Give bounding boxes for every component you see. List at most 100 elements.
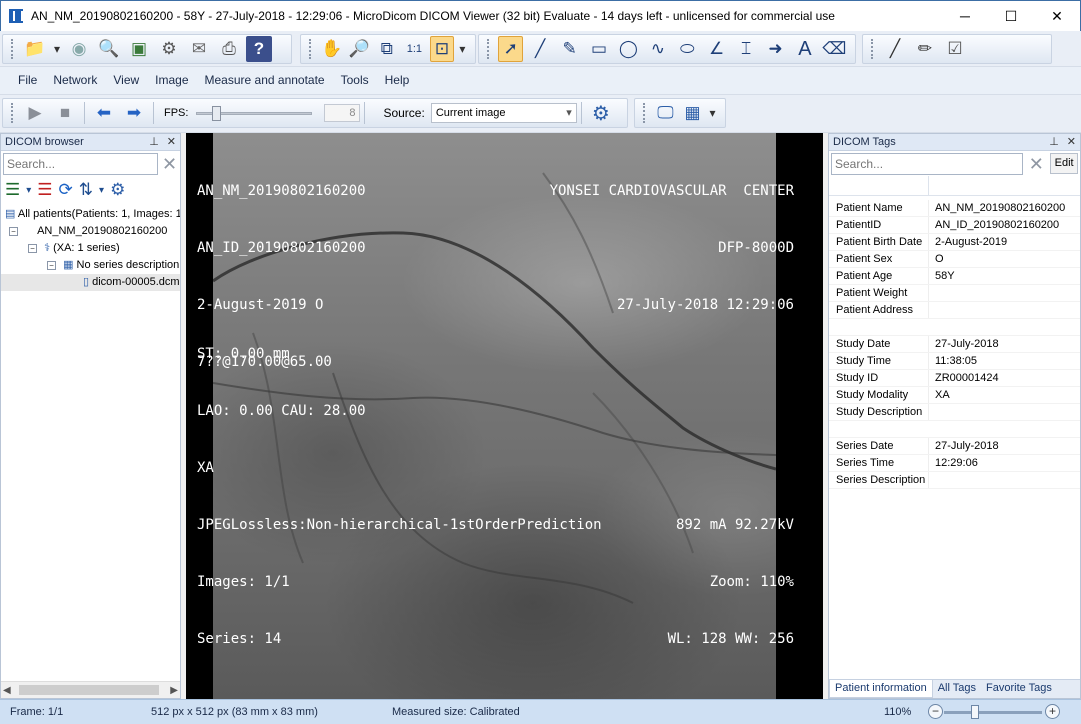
- windows-icon[interactable]: ⧉: [375, 36, 399, 62]
- tag-row[interactable]: Study Date 27-July-2018: [829, 336, 1080, 353]
- tag-row[interactable]: Study ID ZR00001424: [829, 370, 1080, 387]
- tag-row[interactable]: PatientID AN_ID_20190802160200: [829, 217, 1080, 234]
- browser-search-input[interactable]: [3, 152, 158, 175]
- layout-grid-icon[interactable]: ▦: [681, 100, 704, 126]
- closed-curve-icon[interactable]: ⬭: [675, 36, 700, 62]
- toolbar-grip[interactable]: [643, 103, 646, 123]
- image-export-icon[interactable]: ▣: [126, 36, 152, 62]
- tag-row[interactable]: Series Time 12:29:06: [829, 455, 1080, 472]
- freehand-icon[interactable]: ∿: [645, 36, 670, 62]
- tag-row[interactable]: Study Modality XA: [829, 387, 1080, 404]
- pin-icon[interactable]: ⊥: [149, 135, 159, 148]
- zoom-in-button[interactable]: +: [1045, 704, 1060, 719]
- zoom-out-button[interactable]: −: [928, 704, 943, 719]
- scroll-right-icon[interactable]: ▶: [170, 685, 178, 696]
- add-list-icon[interactable]: ☰: [5, 180, 20, 200]
- menu-item-measure-and-annotate[interactable]: Measure and annotate: [197, 73, 333, 87]
- gear-icon[interactable]: ⚙: [588, 100, 614, 126]
- monitor-icon[interactable]: 🖵: [654, 100, 677, 126]
- tag-row[interactable]: Patient Name AN_NM_20190802160200: [829, 200, 1080, 217]
- text-icon[interactable]: A: [792, 36, 817, 62]
- zoom-slider-thumb[interactable]: [971, 705, 979, 719]
- fps-slider[interactable]: [196, 103, 313, 123]
- close-panel-icon[interactable]: ✕: [167, 135, 176, 148]
- maximize-button[interactable]: ☐: [988, 1, 1034, 31]
- collapse-icon[interactable]: −: [28, 243, 37, 253]
- eraser-icon[interactable]: ⌫: [822, 36, 847, 62]
- tag-row[interactable]: Study Description: [829, 404, 1080, 421]
- menu-item-network[interactable]: Network: [45, 73, 105, 87]
- source-select[interactable]: Current image: [430, 103, 577, 123]
- ellipse-icon[interactable]: ◯: [616, 36, 641, 62]
- zoom-slider[interactable]: [944, 711, 1042, 714]
- search-folder-icon[interactable]: 🔍: [96, 36, 122, 62]
- previous-icon[interactable]: ⬅: [91, 100, 117, 126]
- chevron-down-icon[interactable]: ▾: [26, 185, 31, 196]
- cobb-angle-icon[interactable]: ⌶: [733, 36, 758, 62]
- tree-file[interactable]: ▯ dicom-00005.dcm: [1, 274, 180, 291]
- chevron-down-icon[interactable]: ▾: [458, 36, 467, 62]
- toolbar-grip[interactable]: [11, 103, 14, 123]
- chevron-down-icon[interactable]: ▾: [708, 100, 717, 126]
- clear-search-icon[interactable]: ✕: [1026, 154, 1046, 174]
- select-arrow-icon[interactable]: ➚: [497, 36, 524, 62]
- settings-icon[interactable]: ⚙: [110, 180, 125, 200]
- scroll-thumb[interactable]: [19, 685, 159, 695]
- chevron-down-icon[interactable]: ▾: [99, 185, 104, 196]
- collapse-icon[interactable]: −: [47, 260, 56, 270]
- remove-list-icon[interactable]: ☰: [37, 180, 52, 200]
- tab-all-tags[interactable]: All Tags: [933, 680, 981, 698]
- open-folder-icon[interactable]: 📁: [22, 36, 48, 62]
- angle-icon[interactable]: ∠: [704, 36, 729, 62]
- tree-study[interactable]: − ⚕ (XA: 1 series): [28, 240, 120, 257]
- tag-row[interactable]: Patient Address: [829, 302, 1080, 319]
- pen-icon[interactable]: ✎: [557, 36, 582, 62]
- stop-icon[interactable]: ■: [52, 100, 78, 126]
- checklist-icon[interactable]: ☑: [942, 36, 968, 62]
- menu-item-file[interactable]: File: [10, 73, 45, 87]
- tag-row[interactable]: Patient Birth Date 2-August-2019: [829, 234, 1080, 251]
- fps-value[interactable]: 8: [324, 104, 361, 122]
- tag-row[interactable]: Series Description: [829, 472, 1080, 489]
- tab-patient-information[interactable]: Patient information: [829, 680, 933, 698]
- cd-icon[interactable]: ◉: [66, 36, 92, 62]
- tag-row[interactable]: Patient Sex O: [829, 251, 1080, 268]
- chevron-down-icon[interactable]: ▾: [52, 36, 62, 62]
- zoom-icon[interactable]: 🔎: [347, 36, 371, 62]
- clear-search-icon[interactable]: ✕: [161, 154, 178, 174]
- ruler-icon[interactable]: ╱: [527, 36, 552, 62]
- close-button[interactable]: ✕: [1034, 1, 1080, 31]
- actual-size-icon[interactable]: 1:1: [403, 36, 427, 62]
- tree-series[interactable]: − ▦ No series description: [47, 257, 180, 274]
- tree-root[interactable]: ▤ All patients(Patients: 1, Images: 1): [5, 206, 180, 223]
- browser-horizontal-scrollbar[interactable]: ◀ ▶: [1, 681, 180, 698]
- toolbar-grip[interactable]: [309, 39, 312, 59]
- menu-item-tools[interactable]: Tools: [333, 73, 377, 87]
- line-tool-icon[interactable]: ╱: [882, 36, 908, 62]
- image-viewer[interactable]: AN_NM_20190802160200 AN_ID_2019080216020…: [186, 133, 823, 699]
- next-icon[interactable]: ➡: [121, 100, 147, 126]
- tree-patient[interactable]: − AN_NM_20190802160200: [9, 223, 167, 240]
- tags-search-input[interactable]: [831, 152, 1024, 175]
- sort-icon[interactable]: ⇅: [79, 180, 93, 200]
- toolbar-grip[interactable]: [871, 39, 874, 59]
- minimize-button[interactable]: ─: [942, 1, 988, 31]
- tag-row[interactable]: Series Date 27-July-2018: [829, 438, 1080, 455]
- mail-icon[interactable]: ✉: [186, 36, 212, 62]
- menu-item-image[interactable]: Image: [147, 73, 196, 87]
- close-panel-icon[interactable]: ✕: [1067, 135, 1076, 148]
- toolbar-grip[interactable]: [11, 39, 14, 59]
- scroll-left-icon[interactable]: ◀: [3, 685, 11, 696]
- tag-row[interactable]: Patient Age 58Y: [829, 268, 1080, 285]
- play-icon[interactable]: ▶: [22, 100, 48, 126]
- collapse-icon[interactable]: −: [9, 226, 18, 236]
- edit-button[interactable]: Edit: [1050, 153, 1078, 174]
- fps-slider-thumb[interactable]: [212, 106, 222, 121]
- menu-item-help[interactable]: Help: [377, 73, 418, 87]
- refresh-icon[interactable]: ⟳: [59, 180, 73, 200]
- menu-item-view[interactable]: View: [105, 73, 147, 87]
- pencil-icon[interactable]: ✏: [912, 36, 938, 62]
- tab-favorite-tags[interactable]: Favorite Tags: [981, 680, 1057, 698]
- toolbar-grip[interactable]: [487, 39, 490, 59]
- rectangle-icon[interactable]: ▭: [586, 36, 611, 62]
